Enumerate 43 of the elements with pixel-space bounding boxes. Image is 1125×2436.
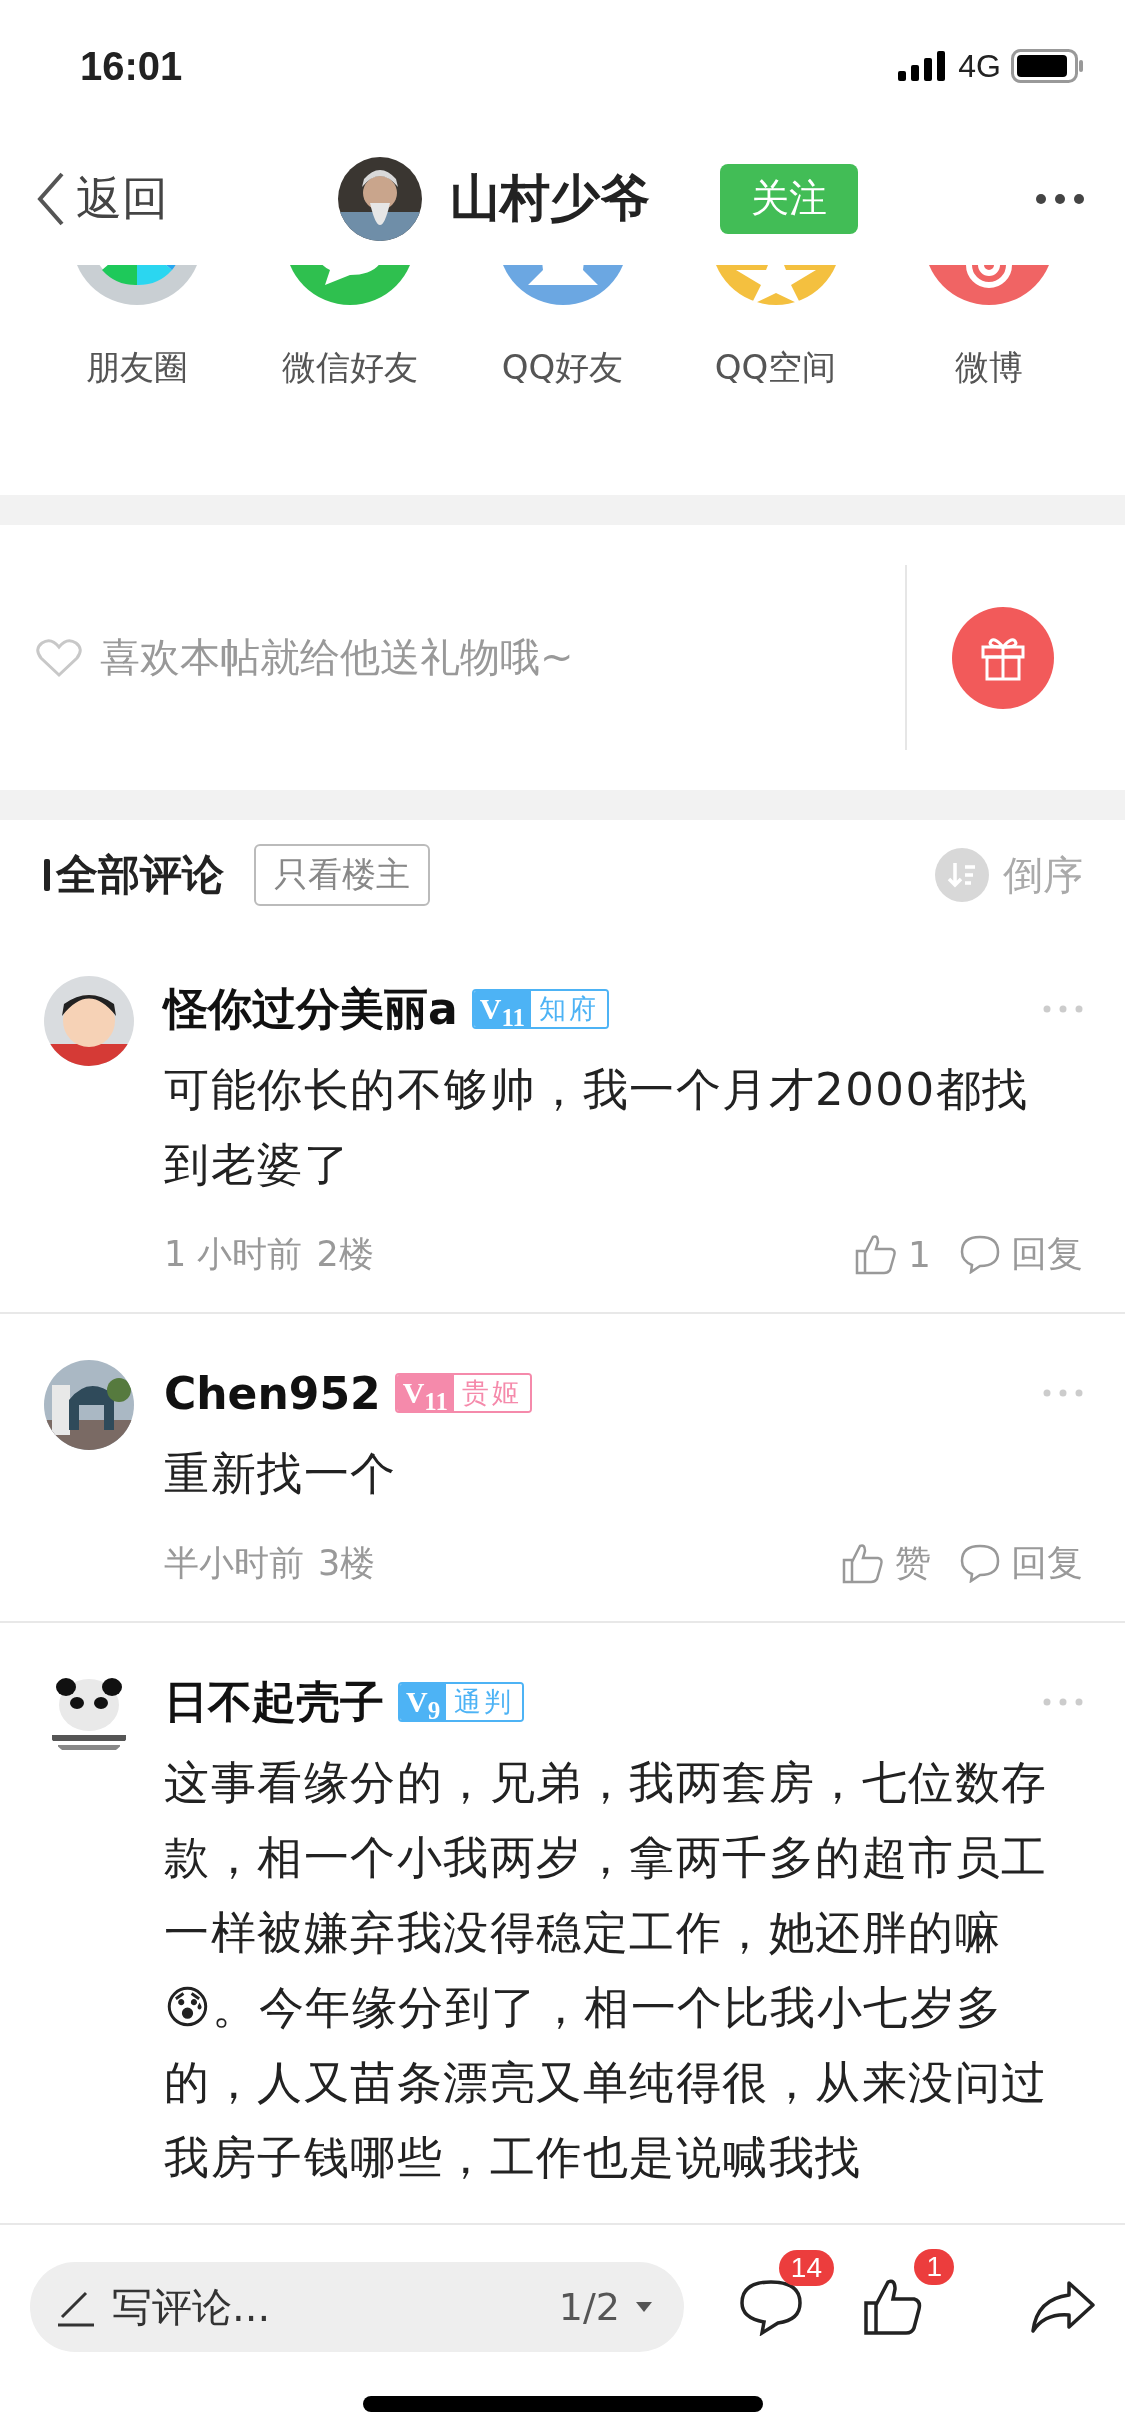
share-label[interactable]: QQ空间	[714, 345, 837, 391]
share-label[interactable]: 朋友圈	[85, 345, 188, 391]
share-label[interactable]: 微信好友	[281, 345, 418, 391]
comment-time: 1 小时前	[164, 1232, 303, 1276]
gift-prompt: 喜欢本帖就给他送礼物哦~	[100, 633, 574, 682]
level-badge: V$_{11}$ 贵姬	[394, 1373, 532, 1413]
back-button[interactable]: 返回	[36, 167, 168, 230]
battery-icon	[1011, 49, 1085, 83]
speech-bubble-icon	[959, 1543, 1001, 1583]
op-only-button[interactable]: 只看楼主	[254, 844, 430, 906]
level-badge: V$_{11}$ 知府	[471, 989, 609, 1029]
heart-icon[interactable]	[36, 637, 82, 678]
page-indicator[interactable]: 1/2	[558, 2285, 620, 2329]
section-title: 全部评论	[56, 849, 224, 901]
floor-number: 2楼	[316, 1232, 374, 1276]
page-title: 山村少爷	[450, 168, 650, 229]
level-badge: V$_{9}$ 通判	[398, 1682, 525, 1722]
accent-bar	[44, 859, 50, 891]
share-label[interactable]: QQ好友	[501, 345, 624, 391]
status-time: 16:01	[80, 43, 183, 89]
network-label: 4G	[958, 47, 1001, 85]
caret-down-icon[interactable]	[634, 2301, 654, 2313]
floor-number: 3楼	[318, 1541, 376, 1585]
like-count-badge: 1	[914, 2249, 954, 2285]
speech-bubble-icon	[959, 1234, 1001, 1274]
comment-count-badge: 14	[778, 2250, 834, 2286]
more-icon[interactable]	[1035, 192, 1085, 205]
comment-text: 可能你长的不够帅，我一个月才2000都找到老婆了	[164, 1062, 1030, 1193]
share-label[interactable]: 微博	[954, 345, 1023, 391]
comment-text: 这事看缘分的，兄弟，我两套房，七位数存款，相一个小我两岁，拿两千多的超市员工一样被嫌弃我没得稳定工作，她还胖的嘛😰。今年缘分到了，相一个比我小七岁多的，人又苗条漂亮又单纯得很，从来没问过我房子钱哪些，工作也是说喊我找	[164, 1755, 1049, 2186]
username[interactable]: Chen952	[164, 1367, 381, 1419]
comment-time: 半小时前	[164, 1541, 304, 1585]
username[interactable]: 怪你过分美丽a	[164, 979, 458, 1039]
thumbs-up-icon	[854, 1233, 899, 1275]
comment-field[interactable]: 写评论... 1/2	[30, 2262, 684, 2352]
thumbs-up-icon	[841, 1542, 885, 1584]
username[interactable]: 日不起壳子	[164, 1672, 384, 1732]
share-arrow-icon[interactable]	[1029, 2279, 1097, 2335]
speech-bubble-icon[interactable]	[738, 2278, 804, 2336]
sort-icon[interactable]	[935, 848, 989, 902]
chevron-left-icon	[36, 170, 66, 227]
thumbs-up-icon[interactable]	[862, 2277, 924, 2337]
comment-text: 重新找一个	[164, 1446, 398, 1502]
